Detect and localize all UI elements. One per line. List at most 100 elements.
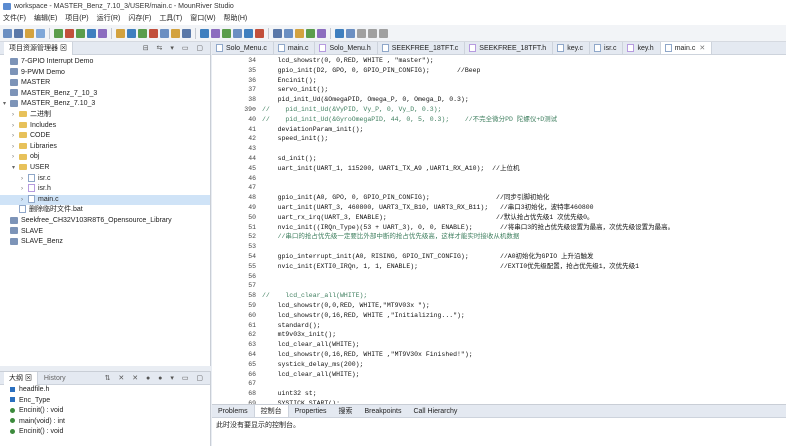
toolbar-button-icon[interactable] [3, 28, 12, 38]
menu-item-1[interactable]: 编辑(E) [34, 13, 57, 25]
toolbar-button-icon[interactable] [379, 28, 388, 38]
editor-tab[interactable]: isr.c [590, 42, 624, 54]
menu-item-0[interactable]: 文件(F) [3, 13, 26, 25]
code-line[interactable]: uart_rx_irq(UART_3, ENABLE); //默认抢占优先级1 … [262, 213, 786, 223]
code-line[interactable] [262, 183, 786, 193]
toolbar-button-icon[interactable] [65, 28, 74, 38]
toolbar-button-icon[interactable] [25, 28, 34, 38]
tree-item[interactable]: SLAVE_Benz [0, 237, 210, 248]
toolbar-button-icon[interactable] [54, 28, 63, 38]
editor-tab[interactable]: Solo_Menu.c [212, 42, 274, 54]
toolbar-button-icon[interactable] [346, 28, 355, 38]
code-line[interactable] [262, 379, 786, 389]
code-line[interactable]: speed_init(); [262, 134, 786, 144]
code-line[interactable]: uart_init(UART_3, 460800, UART3_TX_B10, … [262, 203, 786, 213]
toolbar-button-icon[interactable] [306, 28, 315, 38]
menu-item-5[interactable]: 工具(T) [159, 13, 182, 25]
code-line[interactable] [262, 242, 786, 252]
expand-chevron-icon[interactable]: › [12, 131, 19, 142]
outline-item[interactable]: headfile.h [0, 385, 210, 396]
code-line[interactable] [262, 281, 786, 291]
toolbar-button-icon[interactable] [211, 28, 220, 38]
code-line[interactable]: lcd_showstr(0,16,RED, WHITE ,"Initializi… [262, 311, 786, 321]
code-line[interactable]: //串口的抢占优先级一定要比外部中断的抢占优先级高，这样才能实时接收从机数据 [262, 232, 786, 242]
tree-item[interactable]: › obj [0, 152, 210, 163]
menu-item-7[interactable]: 帮助(H) [224, 13, 248, 25]
tree-item[interactable]: MASTER [0, 78, 210, 89]
toolbar-button-icon[interactable] [317, 28, 326, 38]
code-line[interactable]: lcd_clear_all(WHITE); [262, 340, 786, 350]
editor-tab[interactable]: SEEKFREE_18TFT.h [465, 42, 554, 54]
toolbar-button-icon[interactable] [98, 28, 107, 38]
outline-controls[interactable]: ⇅ ✕ ✕ ● ● ▾ ▭ ▢ [105, 372, 206, 385]
bottom-tab[interactable]: 搜索 [332, 405, 358, 417]
code-line[interactable]: // lcd_clear_all(WHITE); [262, 291, 786, 301]
toolbar-button-icon[interactable] [160, 28, 169, 38]
code-line[interactable]: uart_init(UART_1, 115200, UART1_TX_A9 ,U… [262, 164, 786, 174]
code-line[interactable]: lcd_showstr(0,0,RED, WHITE,"MT9V03x "); [262, 301, 786, 311]
toolbar-button-icon[interactable] [36, 28, 45, 38]
tab-history[interactable]: History [44, 375, 66, 382]
code-line[interactable]: lcd_showstr(0,16,RED, WHITE ,"MT9V30x Fi… [262, 350, 786, 360]
toolbar-button-icon[interactable] [295, 28, 304, 38]
toolbar-button-icon[interactable] [255, 28, 264, 38]
toolbar-button-icon[interactable] [357, 28, 366, 38]
toolbar-button-icon[interactable] [200, 28, 209, 38]
tree-item[interactable]: › Libraries [0, 142, 210, 153]
tree-item[interactable]: › CODE [0, 131, 210, 142]
pane-controls[interactable]: ⊟ ⇆ ▾ ▭ ▢ [143, 42, 206, 55]
code-line[interactable]: gpio_interrupt_init(A0, RISING, GPIO_INT… [262, 252, 786, 262]
expand-chevron-icon[interactable]: › [12, 121, 19, 132]
code-line[interactable]: gpio_init(D2, GPO, 0, GPIO_PIN_CONFIG); … [262, 66, 786, 76]
tree-item[interactable]: › 二进制 [0, 110, 210, 121]
toolbar-button-icon[interactable] [233, 28, 242, 38]
tree-item[interactable]: › Includes [0, 121, 210, 132]
code-line[interactable]: lcd_showstr(0, 0,RED, WHITE , "master"); [262, 56, 786, 66]
expand-chevron-icon[interactable]: ▾ [12, 163, 19, 174]
code-line[interactable]: deviationParam_init(); [262, 125, 786, 135]
toolbar-button-icon[interactable] [138, 28, 147, 38]
tree-item[interactable]: › main.c [0, 194, 210, 206]
toolbar-button-icon[interactable] [335, 28, 344, 38]
tree-item[interactable]: MASTER_Benz_7_10_3 [0, 89, 210, 100]
toolbar-button-icon[interactable] [87, 28, 96, 38]
code-line[interactable]: servo_init(); [262, 85, 786, 95]
toolbar-button-icon[interactable] [182, 28, 191, 38]
expand-chevron-icon[interactable]: › [21, 174, 28, 185]
code-line[interactable]: lcd_clear_all(WHITE); [262, 370, 786, 380]
outline-item[interactable]: main(void) : int [0, 417, 210, 428]
toolbar-button-icon[interactable] [149, 28, 158, 38]
close-tab-icon[interactable]: ✕ [699, 45, 705, 52]
tree-item[interactable]: 9-PWM Demo [0, 68, 210, 79]
bottom-tab[interactable]: Properties [289, 405, 333, 417]
code-line[interactable]: sd_init(); [262, 154, 786, 164]
toolbar-button-icon[interactable] [368, 28, 377, 38]
outline-item[interactable]: Encinit() : void [0, 427, 210, 438]
toolbar-button-icon[interactable] [116, 28, 125, 38]
tree-item[interactable]: SLAVE [0, 227, 210, 238]
tree-item[interactable]: 删除临时文件.bat [0, 205, 210, 216]
tree-item[interactable]: › isr.h [0, 184, 210, 195]
code-line[interactable]: // pid_init_Ud(&GyroOmegaPID, 44, 0, 5, … [262, 115, 786, 125]
expand-chevron-icon[interactable]: › [12, 152, 19, 163]
code-line[interactable]: standard(); [262, 321, 786, 331]
code-line[interactable]: Encinit(); [262, 76, 786, 86]
code-line[interactable]: systick_delay_ms(200); [262, 360, 786, 370]
toolbar-button-icon[interactable] [76, 28, 85, 38]
tree-item[interactable]: ▾ MASTER_Benz_7.10_3 [0, 99, 210, 110]
tree-item[interactable]: ▾ USER [0, 163, 210, 174]
code-line[interactable] [262, 144, 786, 154]
toolbar-button-icon[interactable] [273, 28, 282, 38]
expand-chevron-icon[interactable]: ▾ [3, 99, 10, 110]
expand-chevron-icon[interactable]: › [21, 195, 28, 206]
tree-item[interactable]: › isr.c [0, 173, 210, 185]
bottom-tab[interactable]: Call Hierarchy [407, 405, 463, 417]
editor-tab[interactable]: SEEKFREE_18TFT.c [378, 42, 466, 54]
code-line[interactable]: uint32 st; [262, 389, 786, 399]
code-line[interactable]: nvic_init((IRQn_Type)(53 + UART_3), 0, 0… [262, 223, 786, 233]
editor-tab[interactable]: key.h [623, 42, 661, 54]
expand-chevron-icon[interactable]: › [21, 184, 28, 195]
bottom-tab[interactable]: Breakpoints [358, 405, 407, 417]
menu-item-3[interactable]: 运行(R) [97, 13, 121, 25]
outline-item[interactable]: Enc_Type [0, 396, 210, 407]
